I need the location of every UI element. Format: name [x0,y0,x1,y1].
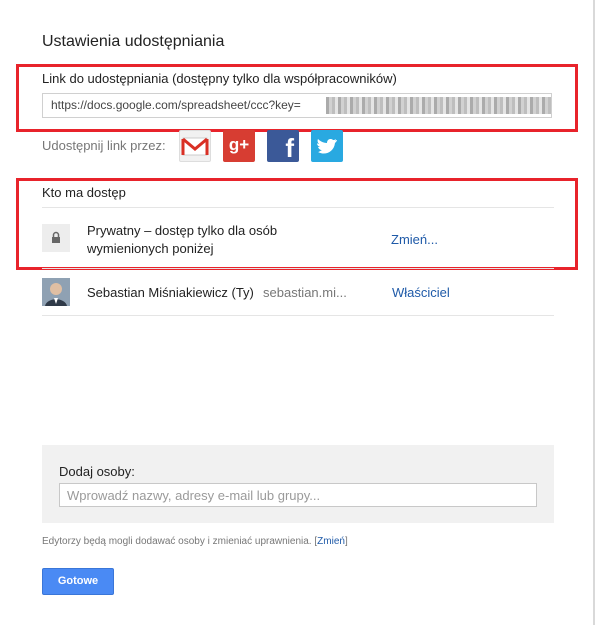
divider [42,268,554,269]
footnote-text: Edytorzy będą mogli dodawać osoby i zmie… [42,536,312,547]
share-link-url: https://docs.google.com/spreadsheet/ccc?… [51,98,301,112]
gmail-icon[interactable] [179,130,211,162]
divider [42,207,554,208]
share-via-label: Udostępnij link przez: [42,138,166,153]
owner-role: Właściciel [392,285,450,300]
editors-footnote: Edytorzy będą mogli dodawać osoby i zmie… [42,536,348,547]
twitter-icon[interactable] [311,130,343,162]
owner-email: sebastian.mi... [263,285,347,300]
add-people-label: Dodaj osoby: [59,464,135,479]
change-privacy-link[interactable]: Zmień... [391,232,438,247]
change-permissions-link[interactable]: Zmień [317,536,345,547]
privacy-description: Prywatny – dostęp tylko dla osób wymieni… [87,222,327,258]
footnote-bracket-close: ] [344,536,348,547]
facebook-icon[interactable]: f [267,130,299,163]
owner-name: Sebastian Miśniakiewicz (Ty) [87,285,254,300]
redacted-key [326,97,551,114]
share-link-label: Link do udostępniania (dostępny tylko dl… [42,71,397,86]
done-button[interactable]: Gotowe [42,568,114,595]
lock-icon [42,224,70,252]
who-has-access-label: Kto ma dostęp [42,185,126,200]
avatar [42,278,70,306]
privacy-line-1: Prywatny – dostęp tylko dla osób [87,223,278,238]
dialog-title: Ustawienia udostępniania [42,33,225,50]
privacy-line-2: wymienionych poniżej [87,241,214,256]
share-link-field[interactable]: https://docs.google.com/spreadsheet/ccc?… [42,93,552,118]
divider [42,315,554,316]
google-plus-icon[interactable]: g+ [223,130,255,162]
add-people-input[interactable] [59,483,537,507]
